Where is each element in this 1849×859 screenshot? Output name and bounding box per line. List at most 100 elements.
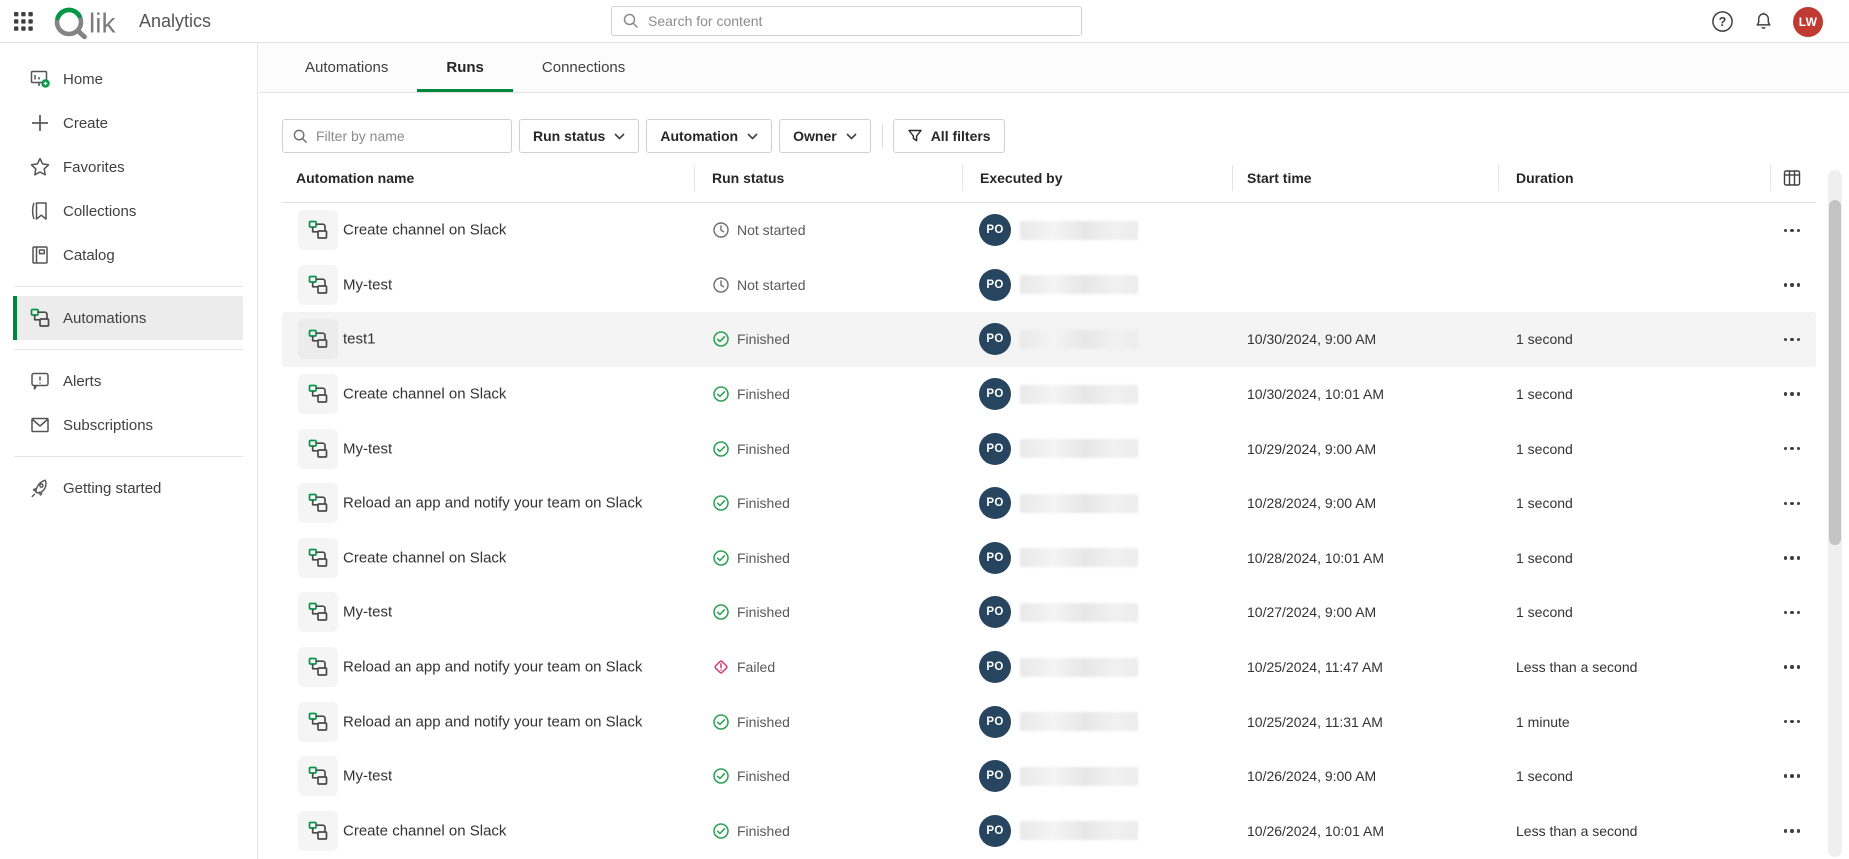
duration: 1 second: [1516, 495, 1573, 511]
automation-name: Create channel on Slack: [343, 386, 506, 403]
sidebar-divider: [14, 456, 243, 457]
row-menu-button[interactable]: [1773, 653, 1811, 681]
search-input[interactable]: [648, 13, 1081, 29]
row-menu-button[interactable]: [1773, 216, 1811, 244]
run-status-cell: Not started: [712, 276, 805, 294]
row-menu-button[interactable]: [1773, 762, 1811, 790]
top-bar: lik Analytics ? LW: [0, 0, 1849, 43]
check-circle-icon: [712, 494, 730, 512]
avatar: PO: [979, 487, 1011, 519]
user-avatar[interactable]: LW: [1793, 7, 1823, 37]
column-header-executed-by[interactable]: Executed by: [980, 170, 1062, 186]
tab-runs[interactable]: Runs: [417, 43, 513, 92]
automation-flow-icon: [298, 592, 338, 632]
row-menu-button[interactable]: [1773, 817, 1811, 845]
row-menu-button[interactable]: [1773, 435, 1811, 463]
sidebar-item-alerts[interactable]: Alerts: [13, 359, 243, 403]
all-filters-button[interactable]: All filters: [893, 119, 1005, 153]
star-icon: [28, 155, 52, 179]
automation-flow-icon: [298, 210, 338, 250]
column-picker-icon[interactable]: [1778, 164, 1806, 192]
scrollbar-thumb[interactable]: [1829, 200, 1841, 545]
column-header-run-status[interactable]: Run status: [712, 170, 784, 186]
executed-by-cell: PO: [979, 542, 1138, 574]
sidebar-item-getting-started[interactable]: Getting started: [13, 466, 243, 510]
sidebar-item-collections[interactable]: Collections: [13, 189, 243, 233]
row-menu-button[interactable]: [1773, 380, 1811, 408]
start-time: 10/29/2024, 9:00 AM: [1247, 441, 1376, 457]
sidebar-item-create[interactable]: Create: [13, 101, 243, 145]
table-row[interactable]: Reload an app and notify your team on Sl…: [282, 476, 1816, 531]
table-row[interactable]: My-test Not started PO: [282, 258, 1816, 313]
executed-by-cell: PO: [979, 269, 1138, 301]
start-time: 10/25/2024, 11:47 AM: [1247, 659, 1383, 675]
column-header-duration[interactable]: Duration: [1516, 170, 1574, 186]
table-row[interactable]: My-test Finished PO: [282, 421, 1816, 476]
start-time: 10/30/2024, 9:00 AM: [1247, 331, 1376, 347]
run-status-label: Finished: [737, 441, 790, 457]
redacted-username: [1020, 439, 1138, 458]
avatar: PO: [979, 542, 1011, 574]
sidebar-item-catalog[interactable]: Catalog: [13, 233, 243, 277]
start-time: 10/28/2024, 10:01 AM: [1247, 550, 1384, 566]
table-row[interactable]: Reload an app and notify your team on Sl…: [282, 694, 1816, 749]
start-time: 10/27/2024, 9:00 AM: [1247, 604, 1376, 620]
check-circle-icon: [712, 603, 730, 621]
table-row[interactable]: Create channel on Slack Finished: [282, 531, 1816, 586]
app-launcher-icon[interactable]: [14, 12, 34, 32]
column-header-start-time[interactable]: Start time: [1247, 170, 1312, 186]
table-row[interactable]: My-test Finished PO: [282, 585, 1816, 640]
row-menu-button[interactable]: [1773, 489, 1811, 517]
run-status-label: Finished: [737, 386, 790, 402]
qlik-logo[interactable]: lik: [52, 4, 132, 40]
column-header-automation-name[interactable]: Automation name: [296, 170, 414, 186]
sidebar-item-subscriptions[interactable]: Subscriptions: [13, 403, 243, 447]
vertical-scrollbar[interactable]: [1828, 170, 1842, 857]
sidebar-divider: [14, 286, 243, 287]
table-row[interactable]: My-test Finished PO: [282, 749, 1816, 804]
automation-dropdown[interactable]: Automation: [646, 119, 772, 153]
table-row[interactable]: Create channel on Slack Finished: [282, 804, 1816, 859]
check-circle-icon: [712, 549, 730, 567]
clock-icon: [712, 276, 730, 294]
filter-name-input[interactable]: [316, 128, 511, 144]
check-circle-icon: [712, 767, 730, 785]
filter-bar: Run status Automation Owner All fil: [282, 119, 1849, 153]
chevron-down-icon: [846, 133, 857, 140]
owner-dropdown[interactable]: Owner: [779, 119, 871, 153]
run-status-label: Finished: [737, 823, 790, 839]
plus-icon: [28, 111, 52, 135]
svg-text:?: ?: [1719, 15, 1727, 29]
avatar: PO: [979, 760, 1011, 792]
run-status-cell: Finished: [712, 385, 790, 403]
table-row[interactable]: Create channel on Slack Not started: [282, 203, 1816, 258]
envelope-icon: [28, 413, 52, 437]
sidebar-item-favorites[interactable]: Favorites: [13, 145, 243, 189]
run-status-dropdown[interactable]: Run status: [519, 119, 639, 153]
sidebar-item-home[interactable]: Home: [13, 57, 243, 101]
table-row[interactable]: Create channel on Slack Finished: [282, 367, 1816, 422]
row-menu-button[interactable]: [1773, 598, 1811, 626]
row-menu-button[interactable]: [1773, 708, 1811, 736]
executed-by-cell: PO: [979, 760, 1138, 792]
tab-connections[interactable]: Connections: [513, 43, 654, 92]
redacted-username: [1020, 712, 1138, 731]
run-status-label: Finished: [737, 714, 790, 730]
table-row[interactable]: Reload an app and notify your team on Sl…: [282, 640, 1816, 695]
failed-diamond-icon: [712, 658, 730, 676]
global-search[interactable]: [611, 6, 1082, 36]
table-row[interactable]: test1 Finished PO: [282, 312, 1816, 367]
main-content: Automations Runs Connections Run status …: [259, 43, 1849, 859]
filter-by-name-field[interactable]: [282, 119, 512, 153]
alert-bubble-icon: [28, 369, 52, 393]
row-menu-button[interactable]: [1773, 325, 1811, 353]
row-menu-button[interactable]: [1773, 544, 1811, 572]
sidebar-item-automations[interactable]: Automations: [13, 296, 243, 340]
bookmark-icon: [28, 199, 52, 223]
duration: 1 second: [1516, 441, 1573, 457]
notifications-bell-icon[interactable]: [1752, 10, 1775, 33]
tab-automations[interactable]: Automations: [276, 43, 417, 92]
start-time: 10/25/2024, 11:31 AM: [1247, 714, 1383, 730]
help-icon[interactable]: ?: [1711, 10, 1734, 33]
row-menu-button[interactable]: [1773, 271, 1811, 299]
